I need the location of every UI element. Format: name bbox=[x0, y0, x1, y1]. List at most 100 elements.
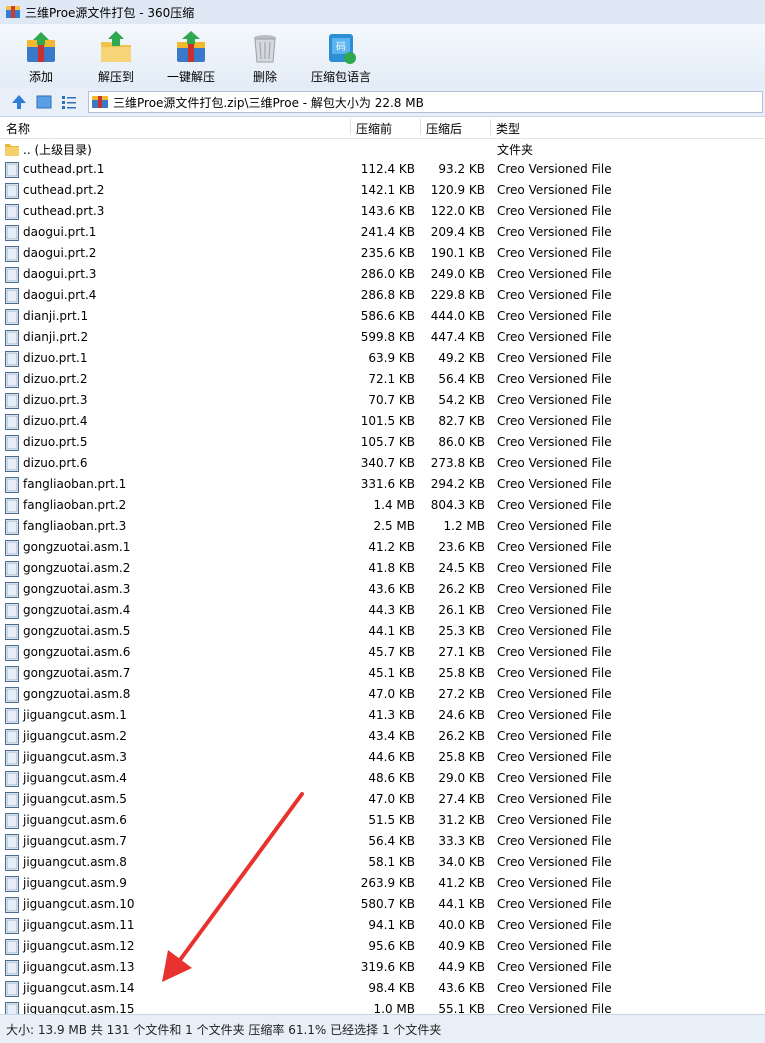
file-icon bbox=[5, 708, 19, 724]
file-name: gongzuotai.asm.4 bbox=[23, 603, 131, 617]
file-name: dianji.prt.1 bbox=[23, 309, 89, 323]
file-icon bbox=[5, 372, 19, 388]
table-row[interactable]: gongzuotai.asm.6 45.7 KB 27.1 KB Creo Versi… bbox=[0, 642, 765, 663]
table-row[interactable]: jiguangcut.asm.14 98.4 KB 43.6 KB Creo Vers… bbox=[0, 978, 765, 999]
file-icon bbox=[5, 330, 19, 346]
table-row[interactable]: jiguangcut.asm.7 56.4 KB 33.3 KB Creo Versi… bbox=[0, 831, 765, 852]
column-compressed[interactable]: 压缩后 bbox=[426, 120, 462, 136]
file-compressed-size: 23.6 KB bbox=[438, 540, 485, 554]
table-row[interactable]: gongzuotai.asm.3 43.6 KB 26.2 KB Creo Versi… bbox=[0, 579, 765, 600]
column-name[interactable]: 名称 bbox=[6, 120, 30, 136]
table-row[interactable]: fangliaoban.prt.1 331.6 KB 294.2 KB Creo Ve… bbox=[0, 474, 765, 495]
column-type[interactable]: 类型 bbox=[496, 120, 520, 136]
file-size: 580.7 KB bbox=[360, 897, 415, 911]
table-row[interactable]: cuthead.prt.1 112.4 KB 93.2 KB Creo Version… bbox=[0, 159, 765, 180]
table-row[interactable]: dizuo.prt.5 105.7 KB 86.0 KB Creo Versioned… bbox=[0, 432, 765, 453]
table-row[interactable]: gongzuotai.asm.2 41.8 KB 24.5 KB Creo Versi… bbox=[0, 558, 765, 579]
table-row[interactable]: dizuo.prt.1 63.9 KB 49.2 KB Creo Versioned … bbox=[0, 348, 765, 369]
file-size: 44.1 KB bbox=[368, 624, 415, 638]
table-row[interactable]: jiguangcut.asm.13 319.6 KB 44.9 KB Creo Ver… bbox=[0, 957, 765, 978]
file-type: Creo Versioned File bbox=[497, 351, 612, 365]
file-name: jiguangcut.asm.5 bbox=[23, 792, 127, 806]
file-name: cuthead.prt.1 bbox=[23, 162, 105, 176]
table-row[interactable]: dianji.prt.1 586.6 KB 444.0 KB Creo Version… bbox=[0, 306, 765, 327]
table-row[interactable]: jiguangcut.asm.15 1.0 MB 55.1 KB Creo Versi… bbox=[0, 999, 765, 1014]
file-icon bbox=[5, 204, 19, 220]
up-level-icon[interactable] bbox=[10, 93, 28, 111]
table-row[interactable]: jiguangcut.asm.8 58.1 KB 34.0 KB Creo Versi… bbox=[0, 852, 765, 873]
file-size: 142.1 KB bbox=[360, 183, 415, 197]
path-field[interactable]: 三维Proe源文件打包.zip\三维Proe - 解包大小为 22.8 MB bbox=[88, 91, 763, 113]
column-size[interactable]: 压缩前 bbox=[356, 120, 392, 136]
file-name: .. (上级目录) bbox=[23, 143, 92, 157]
file-type: Creo Versioned File bbox=[497, 393, 612, 407]
file-compressed-size: 86.0 KB bbox=[438, 435, 485, 449]
extract-to-button[interactable]: 解压到 bbox=[86, 26, 146, 86]
archive-language-button[interactable]: 码 压缩包语言 bbox=[309, 26, 373, 86]
file-type: Creo Versioned File bbox=[497, 624, 612, 638]
file-type: Creo Versioned File bbox=[497, 666, 612, 680]
table-row[interactable]: daogui.prt.4 286.8 KB 229.8 KB Creo Version… bbox=[0, 285, 765, 306]
table-row[interactable]: jiguangcut.asm.2 43.4 KB 26.2 KB Creo Versi… bbox=[0, 726, 765, 747]
file-type: Creo Versioned File bbox=[497, 372, 612, 386]
file-name: dizuo.prt.2 bbox=[23, 372, 88, 386]
table-row[interactable]: cuthead.prt.3 143.6 KB 122.0 KB Creo Versio… bbox=[0, 201, 765, 222]
file-list[interactable]: .. (上级目录) 文件夹 cuthead.prt.1 112.4 KB 93.2 KB… bbox=[0, 138, 765, 1014]
table-row[interactable]: gongzuotai.asm.1 41.2 KB 23.6 KB Creo Versi… bbox=[0, 537, 765, 558]
table-row[interactable]: jiguangcut.asm.6 51.5 KB 31.2 KB Creo Versi… bbox=[0, 810, 765, 831]
file-size: 331.6 KB bbox=[360, 477, 415, 491]
file-size: 1.4 MB bbox=[373, 498, 415, 512]
add-button[interactable]: 添加 bbox=[11, 26, 71, 86]
file-type: Creo Versioned File bbox=[497, 918, 612, 932]
file-name: jiguangcut.asm.14 bbox=[23, 981, 135, 995]
toolbar: 添加 解压到 一键解压 删除 码 压缩包语言 bbox=[0, 24, 765, 88]
add-archive-icon bbox=[27, 32, 55, 62]
table-row[interactable]: daogui.prt.3 286.0 KB 249.0 KB Creo Version… bbox=[0, 264, 765, 285]
table-row[interactable]: dizuo.prt.6 340.7 KB 273.8 KB Creo Versione… bbox=[0, 453, 765, 474]
thumbnail-view-icon[interactable] bbox=[35, 93, 53, 111]
file-icon bbox=[5, 666, 19, 682]
table-row[interactable]: jiguangcut.asm.5 47.0 KB 27.4 KB Creo Versi… bbox=[0, 789, 765, 810]
table-row[interactable]: gongzuotai.asm.5 44.1 KB 25.3 KB Creo Versi… bbox=[0, 621, 765, 642]
table-row[interactable]: fangliaoban.prt.2 1.4 MB 804.3 KB Creo Vers… bbox=[0, 495, 765, 516]
file-name: daogui.prt.2 bbox=[23, 246, 97, 260]
column-divider[interactable] bbox=[490, 119, 491, 135]
file-type: Creo Versioned File bbox=[497, 855, 612, 869]
file-icon bbox=[5, 393, 19, 409]
one-click-extract-button[interactable]: 一键解压 bbox=[161, 26, 221, 86]
column-divider[interactable] bbox=[420, 119, 421, 135]
table-row[interactable]: .. (上级目录) 文件夹 bbox=[0, 138, 765, 159]
table-row[interactable]: jiguangcut.asm.3 44.6 KB 25.8 KB Creo Versi… bbox=[0, 747, 765, 768]
table-row[interactable]: jiguangcut.asm.9 263.9 KB 41.2 KB Creo Vers… bbox=[0, 873, 765, 894]
table-row[interactable]: daogui.prt.1 241.4 KB 209.4 KB Creo Version… bbox=[0, 222, 765, 243]
table-row[interactable]: jiguangcut.asm.1 41.3 KB 24.6 KB Creo Versi… bbox=[0, 705, 765, 726]
file-compressed-size: 249.0 KB bbox=[430, 267, 485, 281]
file-name: dizuo.prt.3 bbox=[23, 393, 88, 407]
file-compressed-size: 49.2 KB bbox=[438, 351, 485, 365]
table-row[interactable]: gongzuotai.asm.8 47.0 KB 27.2 KB Creo Versi… bbox=[0, 684, 765, 705]
file-size: 319.6 KB bbox=[360, 960, 415, 974]
table-row[interactable]: gongzuotai.asm.4 44.3 KB 26.1 KB Creo Versi… bbox=[0, 600, 765, 621]
table-row[interactable]: jiguangcut.asm.11 94.1 KB 40.0 KB Creo Vers… bbox=[0, 915, 765, 936]
table-row[interactable]: dizuo.prt.3 70.7 KB 54.2 KB Creo Versioned … bbox=[0, 390, 765, 411]
delete-button[interactable]: 删除 bbox=[235, 26, 295, 86]
file-type: 文件夹 bbox=[497, 143, 534, 157]
file-icon bbox=[5, 813, 19, 829]
file-type: Creo Versioned File bbox=[497, 561, 612, 575]
table-row[interactable]: gongzuotai.asm.7 45.1 KB 25.8 KB Creo Versi… bbox=[0, 663, 765, 684]
table-row[interactable]: dianji.prt.2 599.8 KB 447.4 KB Creo Version… bbox=[0, 327, 765, 348]
table-row[interactable]: daogui.prt.2 235.6 KB 190.1 KB Creo Version… bbox=[0, 243, 765, 264]
file-icon bbox=[5, 540, 19, 556]
file-type: Creo Versioned File bbox=[497, 708, 612, 722]
table-row[interactable]: fangliaoban.prt.3 2.5 MB 1.2 MB Creo Versio… bbox=[0, 516, 765, 537]
list-view-icon[interactable] bbox=[60, 93, 78, 111]
table-row[interactable]: dizuo.prt.2 72.1 KB 56.4 KB Creo Versioned … bbox=[0, 369, 765, 390]
column-divider[interactable] bbox=[350, 119, 351, 135]
table-row[interactable]: jiguangcut.asm.12 95.6 KB 40.9 KB Creo Vers… bbox=[0, 936, 765, 957]
file-size: 41.8 KB bbox=[368, 561, 415, 575]
table-row[interactable]: jiguangcut.asm.4 48.6 KB 29.0 KB Creo Versi… bbox=[0, 768, 765, 789]
table-row[interactable]: cuthead.prt.2 142.1 KB 120.9 KB Creo Versio… bbox=[0, 180, 765, 201]
file-size: 2.5 MB bbox=[373, 519, 415, 533]
table-row[interactable]: jiguangcut.asm.10 580.7 KB 44.1 KB Creo Ver… bbox=[0, 894, 765, 915]
table-row[interactable]: dizuo.prt.4 101.5 KB 82.7 KB Creo Versioned… bbox=[0, 411, 765, 432]
